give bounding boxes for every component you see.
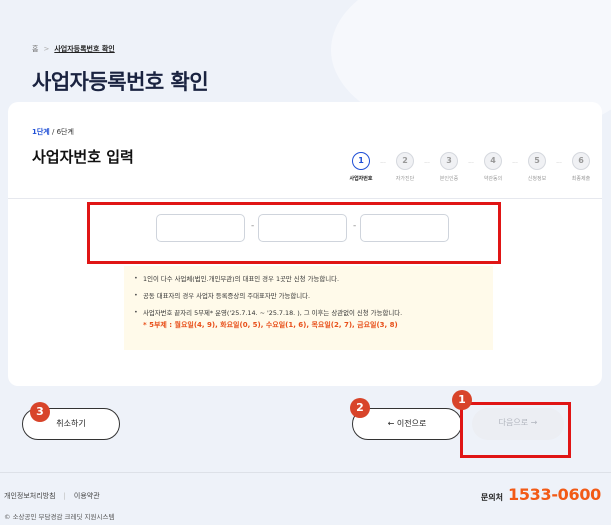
breadcrumb-current[interactable]: 사업자등록번호 확인: [54, 44, 114, 54]
step-connector: ···: [424, 160, 430, 167]
breadcrumb: 홈 > 사업자등록번호 확인: [32, 44, 115, 54]
business-number-part3-input[interactable]: [360, 214, 449, 242]
total-steps: / 6단계: [49, 128, 74, 136]
step-4-label: 약관동의: [483, 176, 503, 182]
annotation-badge-3: 3: [30, 402, 50, 422]
step-connector: ···: [468, 160, 474, 167]
step-5-label: 신청정보: [527, 176, 547, 182]
business-number-part1-input[interactable]: [156, 214, 245, 242]
notice-five-day-rule: * 5부제 : 월요일(4, 9), 화요일(0, 5), 수요일(1, 6),…: [143, 321, 398, 329]
step-connector: ···: [556, 160, 562, 167]
footer-links: 개인정보처리방침 | 이용약관: [4, 491, 100, 501]
page-title: 사업자등록번호 확인: [32, 70, 209, 94]
footer-divider: [0, 472, 611, 473]
section-divider: [8, 198, 602, 199]
step-4-circle: 4: [484, 152, 502, 170]
privacy-policy-link[interactable]: 개인정보처리방침: [4, 491, 56, 501]
step-2-circle: 2: [396, 152, 414, 170]
breadcrumb-separator: >: [43, 45, 50, 53]
contact-label: 문의처: [480, 493, 503, 502]
dash-separator: -: [353, 221, 357, 231]
breadcrumb-home[interactable]: 홈: [32, 44, 38, 54]
business-number-inputs: - -: [156, 214, 456, 242]
current-step: 1단계: [32, 128, 50, 136]
step-5-circle: 5: [528, 152, 546, 170]
contact-number: 1533-0600: [507, 485, 601, 504]
notice-text: 1인이 다수 사업체(법인.개인무관)의 대표인 경우 1곳만 신청 가능합니다…: [143, 275, 340, 283]
notice-text: 공동 대표자의 경우 사업자 등록증상의 주대표자만 가능합니다.: [143, 292, 311, 300]
step-6-circle: 6: [572, 152, 590, 170]
form-card: 1단계 / 6단계 사업자번호 입력 1 사업자번호 ··· 2 자가진단 ··…: [8, 102, 602, 386]
step-6: 6 최종제출: [564, 152, 598, 182]
progress-stepper: 1 사업자번호 ··· 2 자가진단 ··· 3 본인인증 ··· 4 약관동의…: [344, 152, 590, 182]
notice-item: 공동 대표자의 경우 사업자 등록증상의 주대표자만 가능합니다.: [134, 291, 483, 300]
dash-separator: -: [251, 221, 255, 231]
step-2: 2 자가진단: [388, 152, 422, 182]
contact-info: 문의처 1533-0600: [481, 485, 601, 504]
footer-pipe: |: [63, 492, 66, 500]
next-annotation-box: [460, 402, 571, 458]
section-title: 사업자번호 입력: [32, 148, 134, 166]
business-number-part2-input[interactable]: [258, 214, 347, 242]
step-4: 4 약관동의: [476, 152, 510, 182]
step-3: 3 본인인증: [432, 152, 466, 182]
notice-item: 1인이 다수 사업체(법인.개인무관)의 대표인 경우 1곳만 신청 가능합니다…: [134, 274, 483, 283]
step-connector: ···: [380, 160, 386, 167]
terms-link[interactable]: 이용약관: [74, 491, 100, 501]
step-1-label: 사업자번호: [349, 176, 373, 182]
step-6-label: 최종제출: [571, 176, 591, 182]
step-3-circle: 3: [440, 152, 458, 170]
step-2-label: 자가진단: [395, 176, 415, 182]
step-5: 5 신청정보: [520, 152, 554, 182]
notice-text: 사업자번호 끝자리 5부제* 운영('25.7.14. ~ '25.7.18. …: [143, 309, 403, 317]
step-connector: ···: [512, 160, 518, 167]
annotation-badge-2: 2: [350, 398, 370, 418]
step-3-label: 본인인증: [439, 176, 459, 182]
step-counter: 1단계 / 6단계: [32, 127, 74, 137]
step-1: 1 사업자번호: [344, 152, 378, 182]
annotation-badge-1: 1: [452, 390, 472, 410]
step-1-circle: 1: [352, 152, 370, 170]
notice-box: 1인이 다수 사업체(법인.개인무관)의 대표인 경우 1곳만 신청 가능합니다…: [124, 266, 493, 350]
notice-item: 사업자번호 끝자리 5부제* 운영('25.7.14. ~ '25.7.18. …: [134, 308, 483, 330]
copyright: © 소상공인 부담경감 크레딧 지원시스템: [4, 513, 115, 521]
